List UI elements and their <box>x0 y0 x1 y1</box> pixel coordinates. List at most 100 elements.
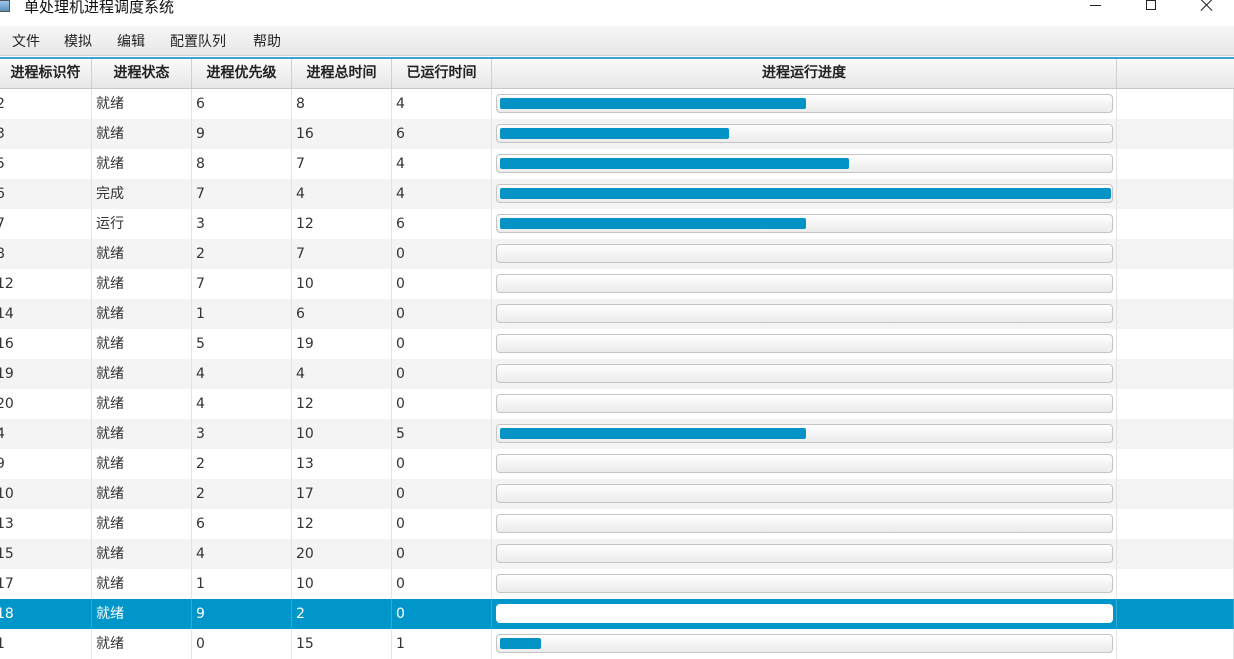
cell-priority: 7 <box>192 269 292 299</box>
cell-progress <box>492 509 1117 539</box>
progress-bar-fill <box>500 188 1111 199</box>
cell-priority: 4 <box>192 359 292 389</box>
cell-progress <box>492 539 1117 569</box>
column-header-total-time[interactable]: 进程总时间 <box>292 59 392 88</box>
cell-run-time: 0 <box>392 599 492 629</box>
progress-bar <box>496 514 1113 533</box>
cell-pid: 13 <box>0 509 92 539</box>
menu-simulate[interactable]: 模拟 <box>62 31 94 51</box>
column-header-state[interactable]: 进程状态 <box>92 59 192 88</box>
cell-filler <box>1117 599 1234 629</box>
menu-help[interactable]: 帮助 <box>251 31 283 51</box>
progress-bar <box>496 124 1113 143</box>
table-row[interactable]: 4就绪3105 <box>0 419 1234 449</box>
table-row[interactable]: 20就绪4120 <box>0 389 1234 419</box>
column-header-priority[interactable]: 进程优先级 <box>192 59 292 88</box>
cell-total-time: 15 <box>292 629 392 659</box>
cell-priority: 3 <box>192 419 292 449</box>
cell-total-time: 16 <box>292 119 392 149</box>
menu-file[interactable]: 文件 <box>10 31 42 51</box>
cell-state: 就绪 <box>92 629 192 659</box>
table-row[interactable]: 7运行3126 <box>0 209 1234 239</box>
cell-run-time: 1 <box>392 629 492 659</box>
cell-pid: 19 <box>0 359 92 389</box>
table-row[interactable]: 1就绪0151 <box>0 629 1234 659</box>
table-header: 进程标识符 进程状态 进程优先级 进程总时间 已运行时间 进程运行进度 <box>0 59 1234 89</box>
progress-bar <box>496 604 1113 623</box>
cell-pid: 12 <box>0 269 92 299</box>
cell-pid: 7 <box>0 209 92 239</box>
table-row[interactable]: 2就绪684 <box>0 89 1234 119</box>
cell-filler <box>1117 539 1234 569</box>
column-header-run-time[interactable]: 已运行时间 <box>392 59 492 88</box>
menu-edit[interactable]: 编辑 <box>115 31 147 51</box>
cell-state: 就绪 <box>92 509 192 539</box>
cell-run-time: 0 <box>392 509 492 539</box>
cell-state: 就绪 <box>92 419 192 449</box>
close-button[interactable] <box>1184 0 1230 24</box>
menu-config-queue[interactable]: 配置队列 <box>168 31 228 51</box>
maximize-icon <box>1146 0 1156 10</box>
cell-filler <box>1117 209 1234 239</box>
table-row[interactable]: 18就绪920 <box>0 599 1234 629</box>
cell-progress <box>492 269 1117 299</box>
cell-total-time: 12 <box>292 389 392 419</box>
minimize-button[interactable] <box>1072 0 1118 24</box>
table-row[interactable]: 13就绪6120 <box>0 509 1234 539</box>
cell-total-time: 12 <box>292 209 392 239</box>
cell-run-time: 4 <box>392 179 492 209</box>
table-row[interactable]: 3就绪9166 <box>0 119 1234 149</box>
table-row[interactable]: 8就绪270 <box>0 239 1234 269</box>
cell-state: 就绪 <box>92 149 192 179</box>
window-title: 单处理机进程调度系统 <box>24 0 175 16</box>
table-row[interactable]: 10就绪2170 <box>0 479 1234 509</box>
cell-progress <box>492 149 1117 179</box>
cell-progress <box>492 389 1117 419</box>
column-header-filler <box>1117 59 1234 88</box>
cell-pid: 17 <box>0 569 92 599</box>
table-row[interactable]: 12就绪7100 <box>0 269 1234 299</box>
cell-filler <box>1117 269 1234 299</box>
cell-run-time: 6 <box>392 209 492 239</box>
cell-pid: 1 <box>0 629 92 659</box>
progress-bar <box>496 424 1113 443</box>
progress-bar <box>496 334 1113 353</box>
cell-total-time: 8 <box>292 89 392 119</box>
cell-run-time: 0 <box>392 299 492 329</box>
maximize-button[interactable] <box>1128 0 1174 24</box>
table-row[interactable]: 15就绪4200 <box>0 539 1234 569</box>
progress-bar <box>496 304 1113 323</box>
progress-bar-fill <box>500 428 806 439</box>
cell-progress <box>492 299 1117 329</box>
cell-run-time: 0 <box>392 449 492 479</box>
cell-state: 就绪 <box>92 299 192 329</box>
cell-state: 运行 <box>92 209 192 239</box>
title-bar: 单处理机进程调度系统 <box>0 0 1234 24</box>
cell-pid: 8 <box>0 239 92 269</box>
progress-bar <box>496 184 1113 203</box>
cell-state: 就绪 <box>92 119 192 149</box>
cell-priority: 4 <box>192 389 292 419</box>
cell-total-time: 13 <box>292 449 392 479</box>
table-row[interactable]: 6完成744 <box>0 179 1234 209</box>
table-row[interactable]: 16就绪5190 <box>0 329 1234 359</box>
column-header-progress[interactable]: 进程运行进度 <box>492 59 1117 88</box>
cell-run-time: 0 <box>392 269 492 299</box>
table-row[interactable]: 9就绪2130 <box>0 449 1234 479</box>
progress-bar <box>496 394 1113 413</box>
table-row[interactable]: 14就绪160 <box>0 299 1234 329</box>
table-row[interactable]: 19就绪440 <box>0 359 1234 389</box>
cell-priority: 8 <box>192 149 292 179</box>
cell-total-time: 7 <box>292 149 392 179</box>
table-row[interactable]: 17就绪1100 <box>0 569 1234 599</box>
cell-total-time: 20 <box>292 539 392 569</box>
column-header-pid[interactable]: 进程标识符 <box>0 59 92 88</box>
table-row[interactable]: 5就绪874 <box>0 149 1234 179</box>
cell-pid: 5 <box>0 149 92 179</box>
cell-filler <box>1117 89 1234 119</box>
cell-run-time: 0 <box>392 389 492 419</box>
cell-state: 完成 <box>92 179 192 209</box>
cell-state: 就绪 <box>92 89 192 119</box>
cell-state: 就绪 <box>92 269 192 299</box>
progress-bar-fill <box>500 638 541 649</box>
